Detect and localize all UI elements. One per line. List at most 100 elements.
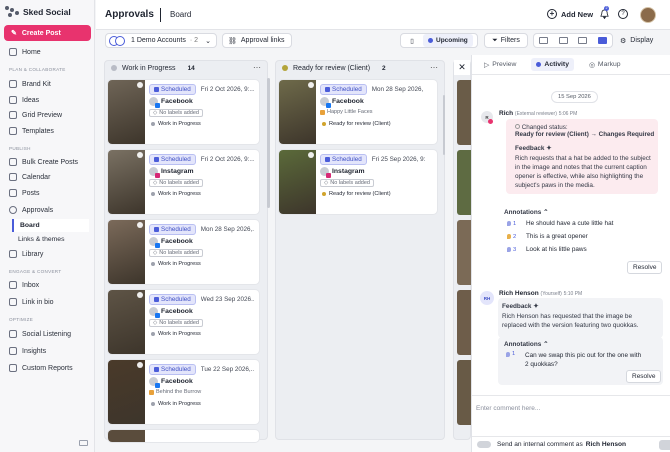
- annotation-item[interactable]: 1 Can we swap this pic out for the one wi…: [506, 351, 643, 369]
- annotation-text: This is a great opener: [526, 233, 588, 240]
- scheduled-badge: Scheduled: [320, 84, 367, 95]
- filters-button[interactable]: ⏷ Filters: [484, 33, 528, 48]
- list-view-icon[interactable]: [558, 37, 568, 44]
- sidebar-item-calendar[interactable]: Calendar: [4, 170, 91, 184]
- post-thumbnail[interactable]: [108, 80, 145, 144]
- post-label[interactable]: Happy Little Faces: [320, 109, 373, 115]
- chevron-up-icon[interactable]: ⌃: [543, 209, 548, 216]
- post-card[interactable]: Scheduled Mon 28 Sep 2026,... Facebook ◇ No …: [108, 220, 259, 284]
- post-thumbnail[interactable]: [108, 430, 145, 442]
- post-thumbnail[interactable]: [457, 220, 471, 285]
- sidebar-label: Brand Kit: [22, 80, 51, 88]
- sidebar-item-social-listening[interactable]: Social Listening: [4, 327, 91, 341]
- add-new-button[interactable]: + Add New: [547, 9, 593, 19]
- post-label[interactable]: ◇ No labels added: [149, 319, 203, 327]
- more-options-icon[interactable]: ⋯: [253, 63, 261, 72]
- sidebar-item-insights[interactable]: Insights: [4, 344, 91, 358]
- comment-input[interactable]: Enter comment here...: [472, 395, 670, 435]
- post-label[interactable]: ◇ No labels added: [149, 109, 203, 117]
- post-label[interactable]: ◇ No labels added: [320, 179, 374, 187]
- sidebar-item-brand-kit[interactable]: Brand Kit: [4, 77, 91, 91]
- post-thumbnail[interactable]: [108, 150, 145, 214]
- sidebar-item-inbox[interactable]: Inbox: [4, 278, 91, 292]
- create-post-button[interactable]: ✎ Create Post: [4, 25, 91, 41]
- card-meta: Scheduled Mon 28 Sep 2026,...: [149, 224, 254, 235]
- collapse-sidebar-icon[interactable]: [79, 440, 88, 446]
- status-dot-icon: [515, 124, 520, 129]
- post-thumbnail[interactable]: [108, 290, 145, 354]
- sidebar-item-templates[interactable]: Templates: [4, 124, 91, 138]
- sidebar-item-bulk-create[interactable]: Bulk Create Posts: [4, 155, 91, 169]
- help-icon[interactable]: ?: [618, 9, 628, 19]
- user-avatar[interactable]: [640, 7, 656, 23]
- author-role: (Yourself): [540, 291, 562, 297]
- sidebar-item-link-in-bio[interactable]: Link in bio: [4, 295, 91, 309]
- tab-activity[interactable]: Activity: [531, 58, 574, 71]
- post-card[interactable]: Scheduled Fri 2 Oct 2026, 9:... Facebook ◇ N…: [108, 80, 259, 144]
- resolve-button[interactable]: Resolve: [626, 370, 662, 383]
- badge-label: Scheduled: [161, 226, 191, 233]
- sidebar-item-ideas[interactable]: Ideas: [4, 93, 91, 107]
- post-label[interactable]: ◇ No labels added: [149, 179, 203, 187]
- sidebar-item-links-themes[interactable]: Links & themes: [12, 233, 89, 246]
- sidebar-label: Library: [22, 250, 44, 258]
- sidebar-item-approvals[interactable]: Approvals: [4, 203, 91, 217]
- post-thumbnail[interactable]: [457, 80, 471, 145]
- close-panel-icon[interactable]: ✕: [454, 60, 470, 75]
- annotation-item[interactable]: 2 This is a great opener: [507, 233, 588, 240]
- media-type-icon: [137, 152, 143, 158]
- board-view-icon[interactable]: [597, 37, 607, 44]
- gallery-view-icon[interactable]: [578, 37, 588, 44]
- internal-comment-toggle[interactable]: [477, 441, 491, 448]
- approval-links-button[interactable]: ⛓ Approval links: [222, 33, 292, 48]
- sidebar-item-posts[interactable]: Posts: [4, 186, 91, 200]
- sidebar-item-grid-preview[interactable]: Grid Preview: [4, 108, 91, 122]
- post-label[interactable]: ◇ No labels added: [149, 249, 203, 257]
- post-thumbnail[interactable]: [279, 80, 316, 144]
- layout-toggle: [533, 33, 613, 48]
- sidebar-item-home[interactable]: Home: [4, 45, 91, 59]
- status-text: Work in Progress: [158, 261, 201, 267]
- post-card[interactable]: Scheduled Fri 2 Oct 2026, 9:... Instagram ◇…: [108, 150, 259, 214]
- post-card[interactable]: Scheduled Fri 25 Sep 2026, 9:0... Instagra…: [279, 150, 437, 214]
- calendar-view-icon[interactable]: [539, 37, 549, 44]
- post-thumbnail[interactable]: [457, 360, 471, 425]
- calendar-icon: [154, 87, 159, 92]
- post-thumbnail[interactable]: [457, 150, 471, 215]
- status-from: Ready for review (Client): [515, 131, 589, 138]
- sidebar-item-library[interactable]: Library: [4, 247, 91, 261]
- post-thumbnail[interactable]: [457, 290, 471, 355]
- tab-preview[interactable]: ▷ Preview: [484, 61, 516, 69]
- annotation-item[interactable]: 3 Look at his little paws: [507, 246, 587, 253]
- annotation-item[interactable]: 1 He should have a cute little hat: [507, 220, 613, 227]
- post-card-partial[interactable]: [108, 430, 259, 442]
- document-view-icon[interactable]: ▯: [401, 34, 423, 47]
- post-card[interactable]: Scheduled Tue 22 Sep 2026,... Facebook Behi…: [108, 360, 259, 424]
- status-dot-icon: [151, 122, 155, 126]
- sidebar-item-board[interactable]: Board: [12, 219, 89, 232]
- more-options-icon[interactable]: ⋯: [430, 63, 438, 72]
- post-thumbnail[interactable]: [108, 360, 145, 424]
- tab-markup[interactable]: ◎ Markup: [589, 61, 621, 69]
- column-scrollbar[interactable]: [443, 95, 445, 155]
- column-scrollbar[interactable]: [267, 78, 270, 208]
- post-card[interactable]: Scheduled Wed 23 Sep 2026... Facebook ◇ No l…: [108, 290, 259, 354]
- upcoming-dot-icon: [428, 38, 433, 43]
- chevron-up-icon[interactable]: ⌃: [543, 341, 548, 348]
- scheduled-badge: Scheduled: [149, 154, 196, 165]
- send-button[interactable]: [659, 440, 670, 450]
- accounts-selector[interactable]: 1 Demo Accounts · 2 ⌄: [105, 33, 217, 48]
- upcoming-view-button[interactable]: Upcoming: [423, 34, 473, 47]
- post-date: Fri 2 Oct 2026, 9:...: [200, 156, 254, 163]
- feedback-text: Rich Henson has requested that the image…: [502, 313, 639, 329]
- resolve-button[interactable]: Resolve: [627, 261, 663, 274]
- post-thumbnail[interactable]: [279, 150, 316, 214]
- post-card[interactable]: Scheduled Mon 28 Sep 2026, 9:... Facebook H…: [279, 80, 437, 144]
- post-thumbnail[interactable]: [108, 220, 145, 284]
- post-label[interactable]: Behind the Burrow: [149, 389, 201, 395]
- sidebar-item-custom-reports[interactable]: Custom Reports: [4, 361, 91, 375]
- brand-logo[interactable]: Sked Social: [5, 6, 71, 18]
- author-role: (External reviewer): [514, 111, 557, 117]
- plus-icon: +: [547, 9, 557, 19]
- display-button[interactable]: ⚙ Display: [620, 33, 666, 48]
